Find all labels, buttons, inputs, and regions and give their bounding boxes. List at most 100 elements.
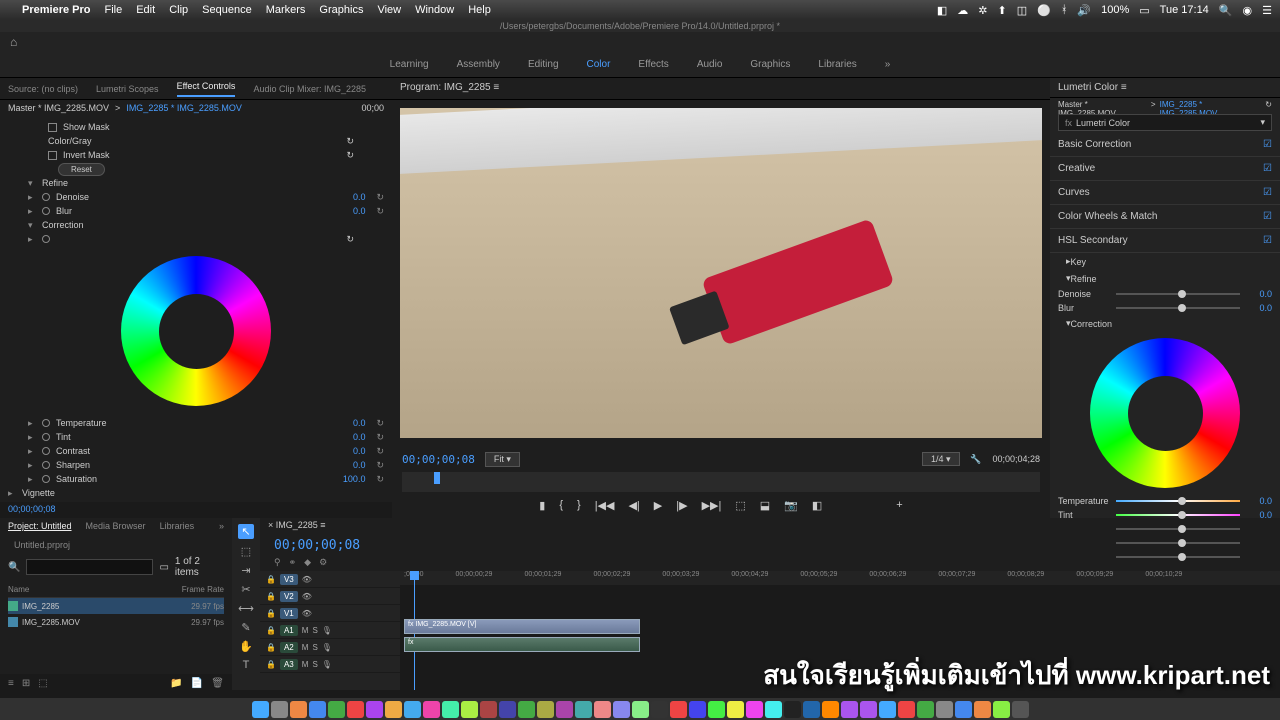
- track-a2[interactable]: 🔒A2MS🎙: [260, 639, 400, 656]
- check-icon[interactable]: ☑: [1263, 187, 1272, 198]
- reset-icon[interactable]: ↻: [376, 474, 384, 485]
- settings-icon[interactable]: ⚙: [319, 557, 327, 569]
- denoise-slider[interactable]: [1116, 293, 1240, 295]
- sharpen-value[interactable]: 0.0: [353, 460, 366, 470]
- reset-icon[interactable]: ↻: [376, 446, 384, 457]
- blur-value[interactable]: 0.0: [1246, 303, 1272, 313]
- menu-markers[interactable]: Markers: [266, 4, 306, 16]
- tab-media-browser[interactable]: Media Browser: [86, 521, 146, 535]
- bin-icon[interactable]: ▭: [159, 562, 168, 573]
- lift-icon[interactable]: ⬚: [735, 499, 745, 512]
- sat-slider[interactable]: [1116, 556, 1240, 558]
- lumetri-clip[interactable]: IMG_2285 * IMG_2285.MOV: [1160, 100, 1262, 110]
- track-v2[interactable]: 🔒V2👁: [260, 588, 400, 605]
- go-in-icon[interactable]: |◀◀: [595, 499, 615, 512]
- workspace-graphics[interactable]: Graphics: [750, 59, 790, 70]
- reset-icon[interactable]: ↻: [376, 206, 384, 217]
- extract-icon[interactable]: ⬓: [760, 499, 770, 512]
- expand-icon[interactable]: ▸: [28, 432, 36, 443]
- workspace-more-icon[interactable]: »: [885, 59, 891, 70]
- workspace-assembly[interactable]: Assembly: [457, 59, 500, 70]
- sharpen-slider[interactable]: [1116, 542, 1240, 544]
- new-bin-icon[interactable]: 📁: [170, 678, 182, 689]
- clock[interactable]: Tue 17:14: [1160, 4, 1209, 16]
- section-creative[interactable]: Creative☑: [1050, 157, 1280, 181]
- contrast-value[interactable]: 0.0: [353, 446, 366, 456]
- reset-icon[interactable]: ↻: [376, 192, 384, 203]
- dock-app[interactable]: [765, 701, 782, 718]
- dock-pr[interactable]: [841, 701, 858, 718]
- menu-window[interactable]: Window: [415, 4, 454, 16]
- siri-icon[interactable]: ◉: [1243, 4, 1253, 17]
- mark-out-icon[interactable]: }: [577, 499, 581, 511]
- status-icon[interactable]: ⬆: [997, 4, 1006, 17]
- tab-lumetri-scopes[interactable]: Lumetri Scopes: [96, 84, 159, 94]
- tint-value[interactable]: 0.0: [353, 432, 366, 442]
- quality-dropdown[interactable]: 1/4 ▾: [922, 452, 960, 466]
- link-icon[interactable]: ⚭: [289, 557, 297, 569]
- workspace-color[interactable]: Color: [587, 59, 611, 70]
- track-v1[interactable]: 🔒V1👁: [260, 605, 400, 622]
- toggle-icon[interactable]: [42, 235, 50, 243]
- blur-slider[interactable]: [1116, 307, 1240, 309]
- tab-source[interactable]: Source: (no clips): [8, 84, 78, 94]
- workspace-learning[interactable]: Learning: [390, 59, 429, 70]
- expand-icon[interactable]: ▸: [8, 488, 16, 499]
- dock-app[interactable]: [537, 701, 554, 718]
- snap-icon[interactable]: ⚲: [274, 557, 281, 569]
- go-out-icon[interactable]: ▶▶|: [702, 499, 722, 512]
- dock-app[interactable]: [727, 701, 744, 718]
- more-icon[interactable]: »: [219, 521, 224, 535]
- col-rate[interactable]: Frame Rate: [182, 585, 224, 594]
- reset-icon[interactable]: ↻: [346, 136, 354, 147]
- video-clip[interactable]: fx IMG_2285.MOV [V]: [404, 619, 640, 634]
- check-icon[interactable]: ☑: [1263, 235, 1272, 246]
- menu-sequence[interactable]: Sequence: [202, 4, 252, 16]
- play-icon[interactable]: ▶: [654, 499, 662, 512]
- section-hsl[interactable]: HSL Secondary☑: [1050, 229, 1280, 253]
- scrub-bar[interactable]: [402, 484, 1040, 492]
- dock-app[interactable]: [347, 701, 364, 718]
- dock-app[interactable]: [879, 701, 896, 718]
- dock-trash[interactable]: [1012, 701, 1029, 718]
- dock-app[interactable]: [366, 701, 383, 718]
- status-icon[interactable]: ☁: [957, 4, 968, 17]
- dock-app[interactable]: [309, 701, 326, 718]
- blur-value[interactable]: 0.0: [353, 206, 366, 216]
- expand-icon[interactable]: ▸: [28, 474, 36, 485]
- track-a3[interactable]: 🔒A3MS🎙: [260, 656, 400, 673]
- dock-app[interactable]: [385, 701, 402, 718]
- program-monitor[interactable]: [400, 108, 1042, 438]
- saturation-value[interactable]: 100.0: [343, 474, 366, 484]
- check-icon[interactable]: ☑: [1263, 139, 1272, 150]
- panel-menu-icon[interactable]: ≡: [1121, 82, 1127, 93]
- bluetooth-icon[interactable]: ᚼ: [1061, 4, 1068, 16]
- collapse-icon[interactable]: ▾: [28, 178, 36, 189]
- hand-tool-icon[interactable]: ✋: [239, 640, 253, 653]
- reset-icon[interactable]: ↻: [346, 234, 354, 245]
- home-icon[interactable]: ⌂: [10, 35, 17, 49]
- lumetri-color-wheel[interactable]: [1090, 338, 1240, 488]
- dock-app[interactable]: [936, 701, 953, 718]
- section-basic-correction[interactable]: Basic Correction☑: [1050, 133, 1280, 157]
- dock-app[interactable]: [993, 701, 1010, 718]
- time-ruler[interactable]: ;00;0000;00;00;2900;00;01;2900;00;02;290…: [400, 571, 1280, 585]
- dock-app[interactable]: [955, 701, 972, 718]
- step-back-icon[interactable]: ◀|: [628, 499, 639, 512]
- reset-button[interactable]: Reset: [58, 163, 105, 176]
- col-name[interactable]: Name: [8, 585, 182, 594]
- check-icon[interactable]: ☑: [1263, 211, 1272, 222]
- tint-slider[interactable]: [1116, 514, 1240, 516]
- denoise-value[interactable]: 0.0: [353, 192, 366, 202]
- track-v3[interactable]: 🔒V3👁: [260, 571, 400, 588]
- dock-app[interactable]: [708, 701, 725, 718]
- track-select-icon[interactable]: ⬚: [241, 545, 251, 558]
- reset-icon[interactable]: ↻: [346, 150, 354, 161]
- dock-app[interactable]: [404, 701, 421, 718]
- dock-app[interactable]: [594, 701, 611, 718]
- timecode[interactable]: 00;00;00;08: [0, 502, 392, 518]
- dock-app[interactable]: [518, 701, 535, 718]
- dock-ps[interactable]: [803, 701, 820, 718]
- dock-app[interactable]: [746, 701, 763, 718]
- denoise-value[interactable]: 0.0: [1246, 289, 1272, 299]
